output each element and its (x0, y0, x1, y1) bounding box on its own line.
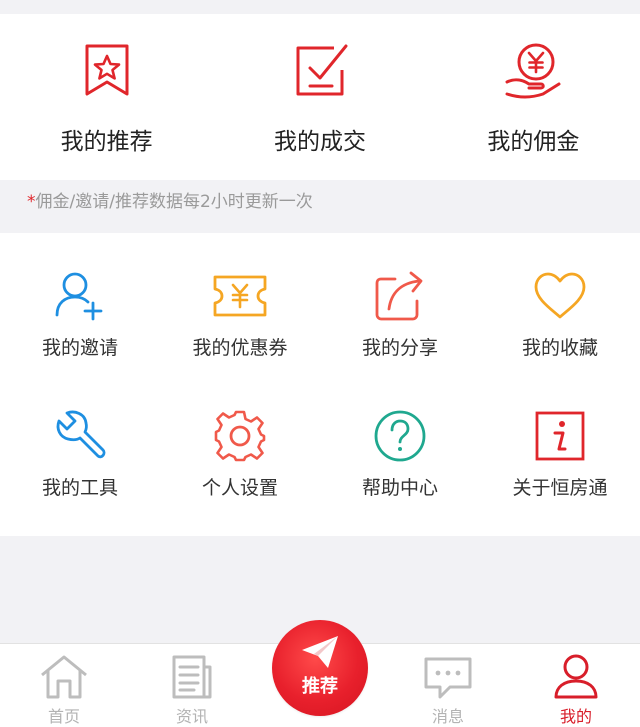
tab-home-label: 首页 (47, 707, 80, 726)
note-asterisk: * (27, 192, 36, 212)
about-label: 关于恒房通 (512, 477, 608, 499)
tab-messages-label: 消息 (431, 707, 464, 726)
my-share-label: 我的分享 (361, 337, 438, 359)
personal-settings-button[interactable]: 个人设置 (160, 373, 320, 513)
my-deals-button[interactable]: 我的成交 (213, 14, 426, 180)
my-favorites-label: 我的收藏 (521, 337, 598, 359)
top-actions-card: 我的推荐 我的成交 我的佣金 (0, 14, 640, 180)
paper-plane-icon (302, 636, 338, 668)
my-tools-label: 我的工具 (41, 477, 118, 499)
check-square-icon (296, 44, 348, 96)
gear-icon (214, 410, 266, 462)
my-recommend-label: 我的推荐 (60, 129, 153, 155)
about-button[interactable]: 关于恒房通 (480, 373, 640, 513)
question-icon (374, 410, 426, 462)
my-commission-button[interactable]: 我的佣金 (427, 14, 640, 180)
update-note: *佣金/邀请/推荐数据每2小时更新一次 (0, 180, 640, 233)
tab-messages[interactable]: 消息 (384, 644, 512, 727)
user-plus-icon (55, 272, 103, 321)
wrench-icon (56, 410, 106, 459)
my-commission-label: 我的佣金 (487, 129, 580, 155)
newspaper-icon (172, 655, 212, 699)
coupon-icon (213, 275, 267, 317)
menu-grid: 我的邀请 我的优惠券 我的分享 我的收藏 我的工具 个人设置 帮助中心 关于恒房… (0, 233, 640, 536)
home-icon (41, 655, 87, 699)
note-text: 佣金/邀请/推荐数据每2小时更新一次 (35, 192, 313, 212)
tab-mine[interactable]: 我的 (512, 644, 640, 727)
my-invites-button[interactable]: 我的邀请 (0, 233, 160, 373)
chat-bubble-icon (424, 657, 472, 699)
share-icon (375, 271, 423, 321)
user-profile-icon (554, 654, 598, 699)
my-deals-label: 我的成交 (273, 129, 366, 155)
my-coupons-label: 我的优惠券 (192, 337, 288, 359)
tab-mine-label: 我的 (559, 707, 592, 726)
my-favorites-button[interactable]: 我的收藏 (480, 233, 640, 373)
tab-home[interactable]: 首页 (0, 644, 128, 727)
my-recommend-button[interactable]: 我的推荐 (0, 14, 213, 180)
personal-settings-label: 个人设置 (201, 477, 278, 499)
recommend-center-button[interactable]: 推荐 (272, 620, 368, 716)
yuan-hand-icon (505, 43, 561, 99)
tab-news[interactable]: 资讯 (128, 644, 256, 727)
my-share-button[interactable]: 我的分享 (320, 233, 480, 373)
help-center-label: 帮助中心 (361, 477, 438, 499)
recommend-center-label: 推荐 (302, 676, 338, 697)
top-spacer (0, 0, 640, 14)
bookmark-star-icon (85, 44, 129, 96)
my-invites-label: 我的邀请 (41, 337, 118, 359)
tab-news-label: 资讯 (175, 707, 208, 726)
my-coupons-button[interactable]: 我的优惠券 (160, 233, 320, 373)
heart-icon (534, 272, 586, 319)
help-center-button[interactable]: 帮助中心 (320, 373, 480, 513)
my-tools-button[interactable]: 我的工具 (0, 373, 160, 513)
info-icon (535, 411, 585, 461)
